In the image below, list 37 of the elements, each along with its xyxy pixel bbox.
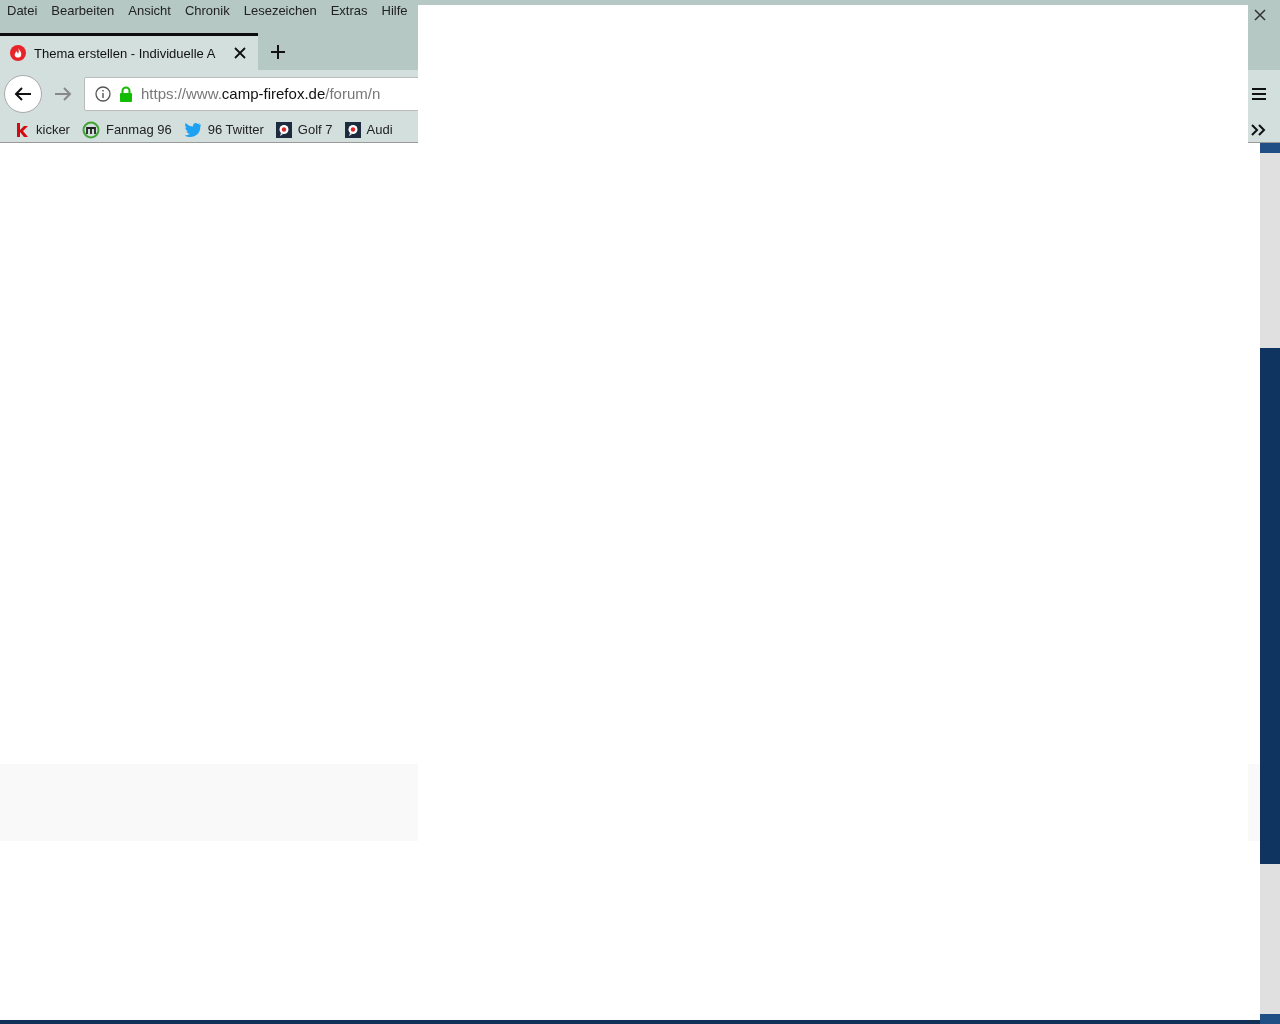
bookmark-item[interactable]: Golf 7 xyxy=(275,121,333,138)
close-icon[interactable] xyxy=(234,47,246,59)
bookmark-label: kicker xyxy=(36,122,70,137)
browser-tab[interactable]: Thema erstellen - Individuelle A xyxy=(0,33,258,70)
scrollbar[interactable] xyxy=(1260,143,1280,1024)
bookmark-label: 96 Twitter xyxy=(207,122,264,137)
circle-logo-icon xyxy=(81,120,100,139)
back-arrow-icon xyxy=(14,85,32,102)
bookmark-item[interactable]: Fanmag 96 xyxy=(81,120,172,139)
menu-item[interactable]: Ansicht xyxy=(128,3,171,18)
speech-bubble-icon xyxy=(344,121,361,138)
url-text: https://www.camp-firefox.de/forum/n xyxy=(141,85,381,102)
forward-arrow-icon[interactable] xyxy=(54,85,72,102)
info-icon[interactable] xyxy=(95,85,111,102)
menu-item[interactable]: Lesezeichen xyxy=(243,3,317,18)
bookmark-item[interactable]: Audi xyxy=(344,121,393,138)
letter-k-icon xyxy=(14,121,30,138)
menu-icon[interactable] xyxy=(1252,86,1266,101)
back-button[interactable] xyxy=(4,74,42,113)
menu-item[interactable]: Datei xyxy=(7,3,38,18)
plus-icon[interactable] xyxy=(270,43,286,60)
menu-item[interactable]: Chronik xyxy=(184,3,230,18)
chevron-icon[interactable] xyxy=(1250,122,1266,137)
bookmark-label: Fanmag 96 xyxy=(105,122,172,137)
flame-icon xyxy=(10,45,26,61)
menu-item[interactable]: Extras xyxy=(330,3,368,18)
close-icon[interactable] xyxy=(1254,9,1266,21)
bookmark-label: Golf 7 xyxy=(297,122,333,137)
bird-icon xyxy=(183,121,202,138)
menu-item[interactable]: Hilfe xyxy=(381,3,408,18)
bookmark-item[interactable]: kicker xyxy=(14,121,70,138)
bookmark-label: Audi xyxy=(366,122,393,137)
tab-title: Thema erstellen - Individuelle A xyxy=(34,45,217,61)
lock-icon xyxy=(119,85,133,102)
bookmark-item[interactable]: 96 Twitter xyxy=(183,121,264,138)
speech-bubble-icon xyxy=(275,121,292,138)
menu-item[interactable]: Bearbeiten xyxy=(51,3,115,18)
